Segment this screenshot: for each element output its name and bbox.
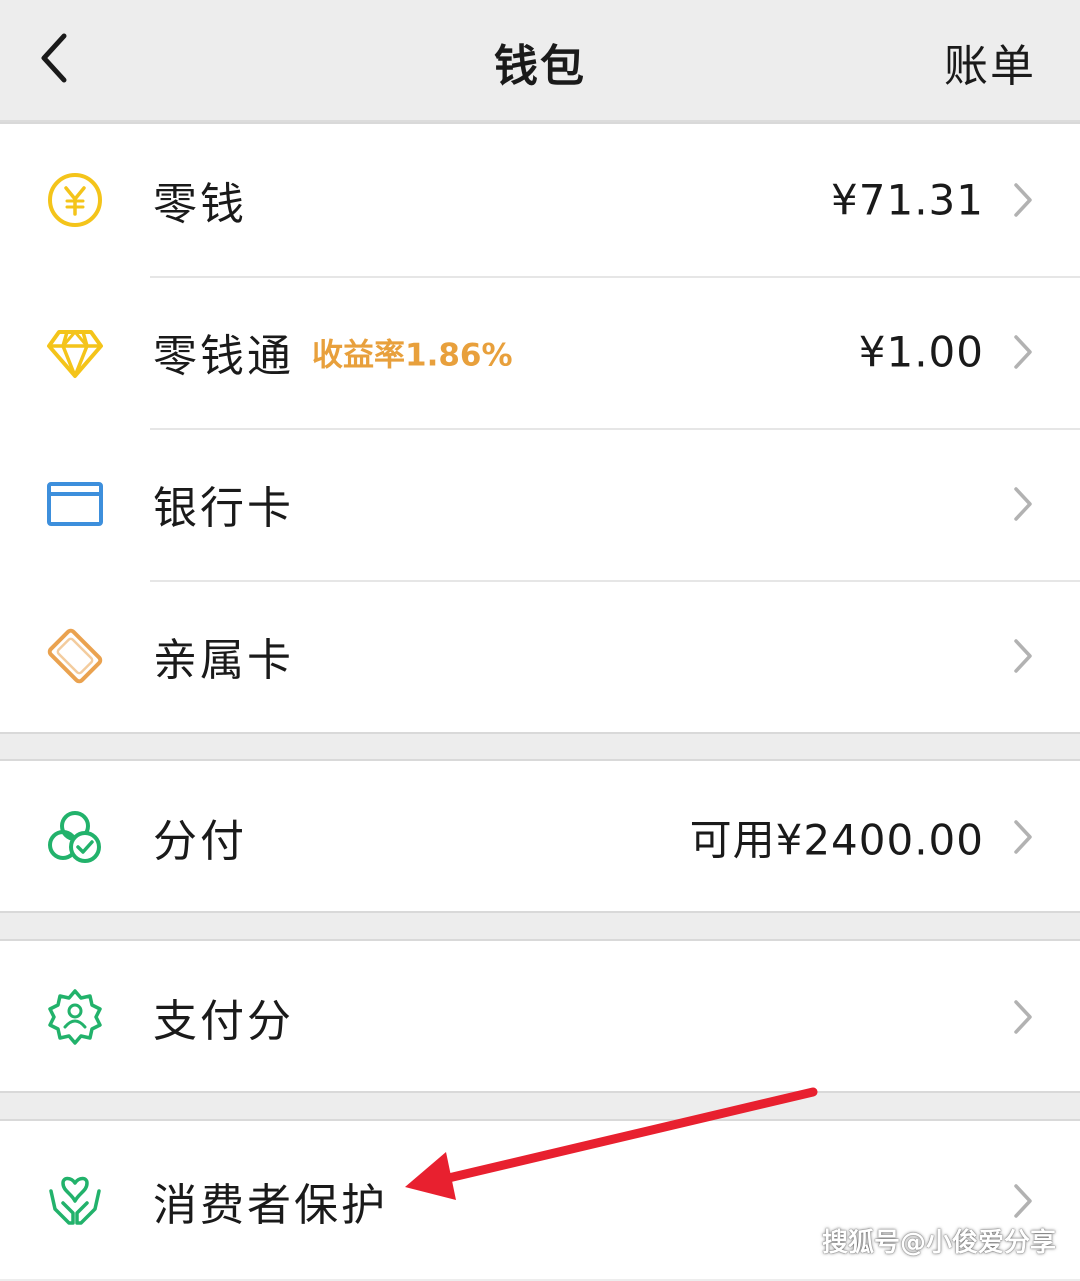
list-item-label: 消费者保护	[153, 1180, 388, 1231]
chevron-right-icon	[1014, 183, 1032, 217]
consumer-protection-hands-icon	[49, 1176, 101, 1225]
watermark: 搜狐号@小俊爱分享	[821, 1228, 1056, 1258]
list-item-change-pass[interactable]: 零钱通 收益率1.86% ¥1.00	[0, 276, 1080, 428]
list-item-label: 分付	[153, 816, 247, 867]
yield-rate-badge: 收益率1.86%	[312, 337, 513, 374]
list-item-label: 银行卡	[153, 483, 294, 534]
list-item-label: 亲属卡	[153, 635, 294, 686]
bill-button[interactable]: 账单	[944, 30, 1036, 94]
list-item-value: ¥1.00	[858, 327, 984, 377]
list-item-family-card[interactable]: 亲属卡	[0, 580, 1080, 732]
list-item-value: ¥71.31	[831, 175, 984, 225]
chevron-right-icon	[1014, 335, 1032, 369]
payscore-badge-icon	[48, 989, 102, 1045]
list-item-change[interactable]: 零钱 ¥71.31	[0, 124, 1080, 276]
list-item-bank-card[interactable]: 银行卡	[0, 428, 1080, 580]
list-item-label: 支付分	[153, 996, 294, 1047]
bank-card-icon	[47, 482, 103, 526]
page-title: 钱包	[494, 41, 586, 92]
wallet-group-balance: 零钱 ¥71.31 零钱通 收益率1.86% ¥1.00 银行卡 亲属卡	[0, 122, 1080, 734]
fenfu-icon	[48, 811, 101, 863]
nav-bar: 钱包 账单	[0, 0, 1080, 122]
chevron-right-icon	[1014, 1184, 1032, 1218]
chevron-right-icon	[1014, 1000, 1032, 1034]
chevron-right-icon	[1014, 487, 1032, 521]
yuan-coin-icon	[48, 173, 102, 227]
list-item-payscore[interactable]: 支付分	[0, 941, 1080, 1093]
chevron-right-icon	[1014, 820, 1032, 854]
diamond-icon	[47, 330, 103, 378]
wallet-group-fenfu: 分付 可用¥2400.00	[0, 759, 1080, 913]
list-item-value: 可用¥2400.00	[689, 815, 984, 865]
list-item-fenfu[interactable]: 分付 可用¥2400.00	[0, 761, 1080, 913]
chevron-right-icon	[1014, 639, 1032, 673]
family-card-icon	[47, 628, 103, 684]
wallet-group-payscore: 支付分	[0, 939, 1080, 1093]
list-item-label: 零钱	[153, 179, 247, 230]
list-item-label: 零钱通	[153, 331, 294, 382]
